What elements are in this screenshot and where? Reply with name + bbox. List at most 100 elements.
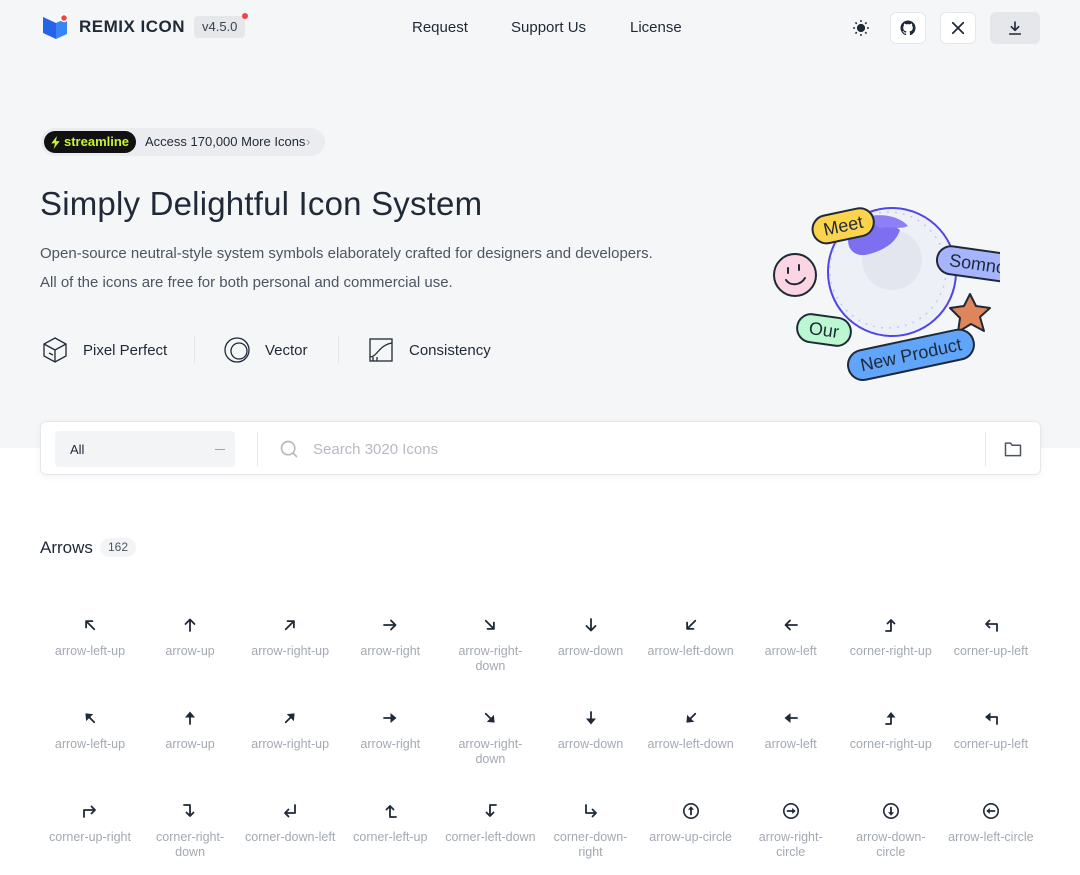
theme-toggle-button[interactable] bbox=[843, 12, 879, 44]
icon-label: arrow-up bbox=[165, 644, 215, 658]
feature-label: Vector bbox=[265, 341, 308, 359]
icon-label: arrow-right-up bbox=[251, 644, 330, 658]
corner-left-down-icon bbox=[485, 804, 498, 817]
icon-card-arrow-right-circle[interactable]: arrow-right-circle bbox=[741, 794, 841, 875]
streamline-label: streamline bbox=[64, 134, 130, 149]
download-button[interactable] bbox=[990, 12, 1040, 44]
hero-illustration: Meet Somno Our New Product bbox=[773, 207, 1000, 381]
icon-label: arrow-left-circle bbox=[948, 830, 1034, 844]
icon-label: arrow-left bbox=[764, 737, 817, 751]
icon-card-corner-down-left[interactable]: corner-down-left bbox=[240, 794, 340, 875]
x-twitter-button[interactable] bbox=[940, 12, 976, 44]
icon-label: corner-down-right bbox=[553, 830, 628, 859]
icon-label: arrow-left-down bbox=[647, 644, 734, 658]
icon-card-corner-right-down[interactable]: corner-right-down bbox=[140, 794, 240, 875]
icon-card-arrow-up-line[interactable]: arrow-up bbox=[140, 608, 240, 701]
icon-card-arrow-left-up-line[interactable]: arrow-left-up bbox=[40, 608, 140, 701]
icon-card-corner-left-up[interactable]: corner-left-up bbox=[340, 794, 440, 875]
remix-logo-icon[interactable] bbox=[42, 14, 68, 40]
icon-card-arrow-left-down-fill[interactable]: arrow-left-down bbox=[641, 701, 741, 794]
arrow-up-line-icon bbox=[184, 618, 196, 632]
category-select[interactable]: All bbox=[55, 431, 235, 467]
search-divider bbox=[985, 432, 986, 466]
arrow-right-circle-icon bbox=[782, 803, 799, 819]
icon-label: arrow-right-down bbox=[458, 644, 523, 673]
tag-our: Our bbox=[808, 318, 841, 342]
select-dash-icon bbox=[215, 449, 225, 450]
github-button[interactable] bbox=[890, 12, 926, 44]
page-title: Simply Delightful Icon System bbox=[40, 185, 483, 222]
icon-card-arrow-left-circle[interactable]: arrow-left-circle bbox=[941, 794, 1041, 875]
arrow-left-down-fill-icon bbox=[685, 712, 696, 723]
icon-card-arrow-left-fill[interactable]: arrow-left bbox=[741, 701, 841, 794]
x-icon bbox=[951, 21, 965, 35]
icon-card-corner-up-left-fill[interactable]: corner-up-left bbox=[941, 701, 1041, 794]
nav-license[interactable]: License bbox=[630, 19, 682, 36]
category-select-value: All bbox=[70, 442, 85, 457]
icon-card-arrow-right-down-line[interactable]: arrow-right-down bbox=[440, 608, 540, 701]
icon-label: corner-right-up bbox=[849, 737, 932, 751]
icon-card-corner-up-right[interactable]: corner-up-right bbox=[40, 794, 140, 875]
arrow-left-up-line-icon bbox=[85, 620, 96, 631]
corner-down-left-icon bbox=[284, 804, 297, 818]
category-title: Arrows bbox=[40, 538, 93, 557]
icon-card-arrow-right-line[interactable]: arrow-right bbox=[340, 608, 440, 701]
feature-vector: Vector bbox=[223, 336, 308, 364]
arrow-down-fill-icon bbox=[585, 711, 596, 725]
streamline-promo-pill[interactable]: streamline Access 170,000 More Icons › bbox=[41, 128, 325, 156]
icon-card-corner-right-up-fill[interactable]: corner-right-up bbox=[841, 701, 941, 794]
arrow-up-circle-icon bbox=[682, 803, 699, 819]
icon-card-arrow-right-up-fill[interactable]: arrow-right-up bbox=[240, 701, 340, 794]
corner-right-down-icon bbox=[183, 804, 195, 817]
version-badge[interactable]: v4.5.0 bbox=[194, 13, 249, 38]
icon-card-corner-left-down[interactable]: corner-left-down bbox=[440, 794, 540, 875]
corner-up-right-icon bbox=[83, 805, 96, 818]
arrow-right-up-line-icon bbox=[285, 620, 295, 631]
corner-left-up-icon bbox=[385, 805, 398, 818]
icon-card-arrow-left-up-fill[interactable]: arrow-left-up bbox=[40, 701, 140, 794]
arrow-left-circle-icon bbox=[982, 803, 999, 819]
icon-card-arrow-right-fill[interactable]: arrow-right bbox=[340, 701, 440, 794]
icon-label: arrow-up-circle bbox=[649, 830, 732, 844]
search-icon bbox=[280, 440, 298, 458]
nav-support-us[interactable]: Support Us bbox=[511, 19, 586, 36]
chevron-right-icon: › bbox=[306, 134, 311, 149]
grid-square-icon bbox=[369, 338, 393, 362]
arrow-right-fill-icon bbox=[383, 713, 397, 723]
arrow-left-down-line-icon bbox=[685, 619, 696, 630]
arrow-down-circle-icon bbox=[882, 803, 899, 819]
icon-card-arrow-left-line[interactable]: arrow-left bbox=[741, 608, 841, 701]
arrow-up-fill-icon bbox=[185, 711, 196, 725]
icon-card-arrow-down-circle[interactable]: arrow-down-circle bbox=[841, 794, 941, 875]
icon-label: arrow-down bbox=[557, 644, 624, 658]
icon-card-corner-up-left-line[interactable]: corner-up-left bbox=[941, 608, 1041, 701]
icon-card-arrow-right-down-fill[interactable]: arrow-right-down bbox=[440, 701, 540, 794]
icon-card-arrow-down-fill[interactable]: arrow-down bbox=[541, 701, 641, 794]
icon-card-arrow-down-line[interactable]: arrow-down bbox=[541, 608, 641, 701]
icon-card-corner-right-up-line[interactable]: corner-right-up bbox=[841, 608, 941, 701]
arrow-down-line-icon bbox=[585, 618, 596, 632]
brand-name[interactable]: REMIX ICON bbox=[79, 17, 185, 37]
icon-label: corner-up-left bbox=[953, 644, 1029, 658]
download-icon bbox=[1008, 21, 1022, 35]
search-input[interactable] bbox=[313, 436, 973, 462]
icon-label: corner-up-right bbox=[49, 830, 131, 844]
icon-card-arrow-left-down-line[interactable]: arrow-left-down bbox=[641, 608, 741, 701]
hero-subtitle-line-1: Open-source neutral-style system symbols… bbox=[40, 245, 653, 262]
search-divider bbox=[257, 432, 258, 466]
icon-label: arrow-left-up bbox=[54, 737, 126, 751]
sun-icon bbox=[853, 20, 869, 36]
icon-card-arrow-up-circle[interactable]: arrow-up-circle bbox=[641, 794, 741, 875]
feature-pixel-perfect: Pixel Perfect bbox=[41, 336, 167, 364]
arrow-right-up-fill-icon bbox=[285, 713, 295, 724]
feature-divider bbox=[338, 336, 339, 364]
corner-up-left-line-icon bbox=[984, 619, 998, 632]
nav-request[interactable]: Request bbox=[412, 19, 468, 36]
bolt-icon bbox=[51, 135, 60, 149]
icon-label: arrow-right-down bbox=[458, 737, 523, 766]
icon-card-arrow-right-up-line[interactable]: arrow-right-up bbox=[240, 608, 340, 701]
icon-card-arrow-up-fill[interactable]: arrow-up bbox=[140, 701, 240, 794]
icon-card-corner-down-right[interactable]: corner-down-right bbox=[541, 794, 641, 875]
smiley-face-icon bbox=[773, 253, 817, 297]
folder-icon[interactable] bbox=[1003, 439, 1023, 459]
